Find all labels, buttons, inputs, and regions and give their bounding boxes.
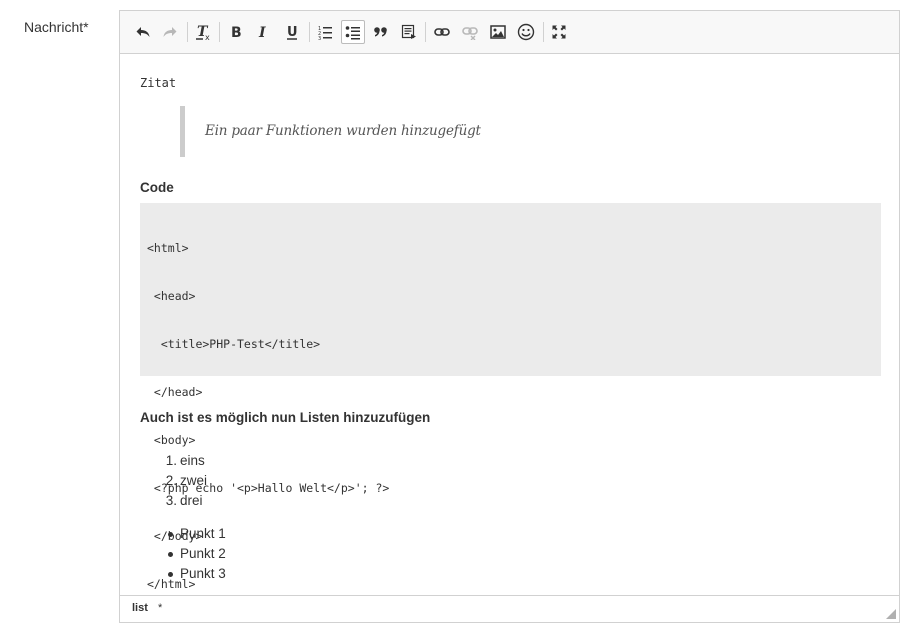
toolbar-separator — [425, 22, 426, 42]
modified-indicator: * — [158, 602, 163, 614]
remove-format-button[interactable]: T x — [191, 20, 215, 44]
list-number: 2. — [165, 473, 177, 488]
code-heading: Code — [140, 180, 174, 195]
bullet-icon — [168, 532, 173, 537]
lists-heading: Auch ist es möglich nun Listen hinzuzufü… — [140, 410, 431, 425]
list-item: 3. drei — [166, 491, 207, 511]
blockquote-button[interactable] — [369, 20, 393, 44]
maximize-button[interactable] — [547, 20, 571, 44]
numbered-list-button[interactable]: 1 2 3 — [313, 20, 337, 44]
code-line: </html> — [147, 577, 196, 591]
quote-icon — [374, 27, 387, 37]
list-item-text: Punkt 3 — [180, 566, 226, 581]
code-line: </head> — [147, 385, 203, 399]
editor-statusbar: list * — [120, 595, 899, 622]
image-icon — [490, 25, 506, 39]
list-item: 2. zwei — [166, 471, 208, 491]
redo-icon — [163, 27, 177, 37]
bold-icon: B — [231, 25, 242, 40]
svg-text:U: U — [287, 25, 298, 40]
list-item: Punkt 3 — [168, 564, 226, 584]
code-line: <body> — [147, 433, 196, 447]
editor-toolbar: T x B I U 1 2 3 — [120, 11, 899, 54]
code-line: </body> — [147, 529, 203, 543]
italic-icon: I — [258, 25, 266, 40]
toolbar-separator — [309, 22, 310, 42]
code-snippet-icon — [401, 24, 416, 39]
underline-icon: U — [287, 25, 298, 40]
bullet-list: Punkt 1 Punkt 2 Punkt 3 — [168, 524, 226, 584]
svg-text:3: 3 — [318, 36, 321, 40]
list-number: 3. — [165, 493, 177, 508]
list-item: 1. eins — [166, 451, 207, 471]
toolbar-separator — [187, 22, 188, 42]
smiley-icon — [517, 23, 535, 41]
redo-button[interactable] — [158, 20, 182, 44]
maximize-icon — [552, 25, 566, 39]
bulleted-list-button[interactable] — [341, 20, 365, 44]
list-item: Punkt 1 — [168, 524, 226, 544]
svg-text:I: I — [258, 25, 266, 40]
list-item-text: Punkt 2 — [180, 546, 226, 561]
emoji-button[interactable] — [514, 20, 538, 44]
undo-icon — [136, 27, 150, 37]
code-line: <head> — [147, 289, 196, 303]
remove-format-icon: T x — [196, 24, 210, 41]
blockquote: Ein paar Funktionen wurden hinzugefügt — [180, 106, 820, 157]
list-item-text: zwei — [180, 473, 208, 488]
unlink-button[interactable] — [458, 20, 482, 44]
link-icon — [434, 28, 450, 36]
list-item: Punkt 2 — [168, 544, 226, 564]
italic-button[interactable]: I — [251, 20, 275, 44]
rich-text-editor: T x B I U 1 2 3 Zitat Ein paar Funktione… — [119, 10, 900, 623]
ordered-list: 1. eins 2. zwei 3. drei — [166, 451, 208, 511]
code-line: <?php echo '<p>Hallo Welt</p>'; ?> — [147, 481, 390, 495]
code-snippet-button[interactable] — [397, 20, 421, 44]
bullet-icon — [168, 552, 173, 557]
list-item-text: drei — [180, 493, 203, 508]
code-block: <html> <head> <title>PHP-Test</title> </… — [140, 203, 881, 591]
svg-text:B: B — [231, 25, 242, 40]
numbered-list-icon: 1 2 3 — [318, 26, 332, 40]
list-item-text: Punkt 1 — [180, 526, 226, 541]
toolbar-separator — [543, 22, 544, 42]
element-path-list[interactable]: list — [132, 602, 148, 614]
list-number: 1. — [165, 453, 177, 468]
code-line: <html> — [147, 241, 189, 255]
underline-button[interactable]: U — [280, 20, 304, 44]
bold-button[interactable]: B — [224, 20, 248, 44]
resize-handle-icon[interactable] — [886, 609, 896, 619]
bulleted-list-icon — [345, 26, 360, 40]
unlink-icon — [462, 27, 478, 40]
list-item-text: eins — [180, 453, 205, 468]
editor-content-area[interactable]: Zitat Ein paar Funktionen wurden hinzuge… — [120, 54, 899, 595]
toolbar-separator — [219, 22, 220, 42]
image-button[interactable] — [486, 20, 510, 44]
zitat-heading: Zitat — [140, 76, 177, 90]
bullet-icon — [168, 572, 173, 577]
svg-text:x: x — [205, 33, 210, 41]
link-button[interactable] — [430, 20, 454, 44]
message-field-label: Nachricht* — [24, 19, 89, 35]
code-line: <title>PHP-Test</title> — [147, 337, 321, 351]
undo-button[interactable] — [131, 20, 155, 44]
